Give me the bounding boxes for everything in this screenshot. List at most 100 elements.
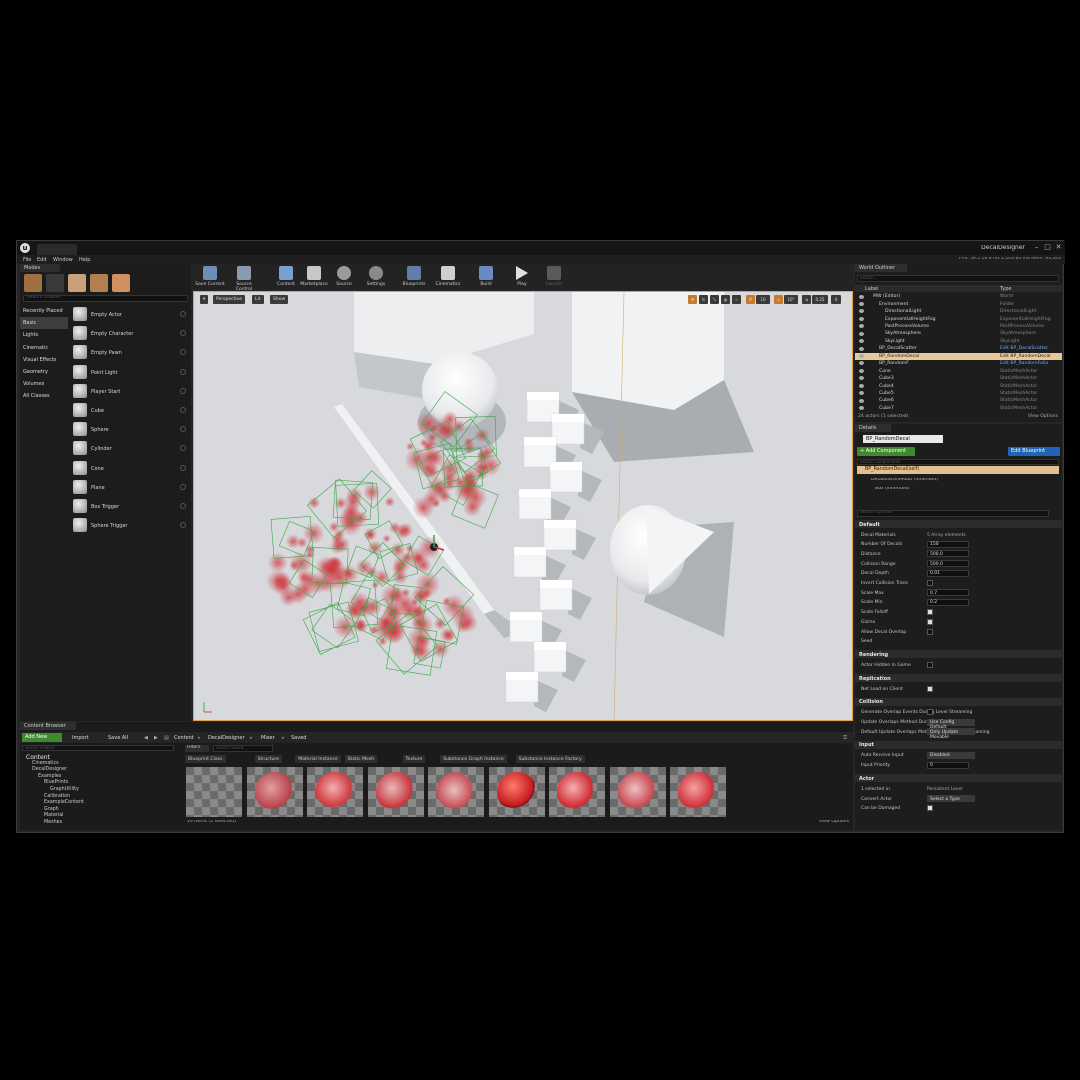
component-self[interactable]: BP_RandomDecal(self) xyxy=(857,466,1059,474)
outliner-row[interactable]: Cube7 StaticMeshActor xyxy=(855,405,1062,412)
component-box[interactable]: Box (Inherited) xyxy=(875,487,909,492)
filter-chip[interactable]: Material Instance xyxy=(295,755,341,763)
help-icon[interactable] xyxy=(180,330,186,337)
outliner-search-input[interactable]: Search... xyxy=(857,275,1059,282)
visibility-eye-icon[interactable] xyxy=(859,391,864,396)
outliner-row[interactable]: Cube5 StaticMeshActor xyxy=(855,390,1062,397)
import-button[interactable]: Import xyxy=(72,735,89,741)
help-icon[interactable] xyxy=(180,368,186,375)
property-dropdown[interactable]: Select a Type xyxy=(927,795,975,802)
outliner-row[interactable]: BP_DecalScatter Edit BP_DecalScatter xyxy=(855,345,1062,352)
outliner-row[interactable]: BP_RandomDecal Edit BP_RandomDecal xyxy=(855,352,1062,360)
outliner-row-type[interactable]: Edit BP_RandomDecal xyxy=(1000,354,1051,359)
visibility-eye-icon[interactable] xyxy=(859,354,864,358)
property-value-field[interactable]: 0 xyxy=(927,761,969,769)
build-button[interactable]: Build xyxy=(471,264,501,290)
help-icon[interactable] xyxy=(180,483,186,490)
scale-snap-icon[interactable]: ⇲ xyxy=(802,295,811,304)
help-icon[interactable] xyxy=(180,502,186,509)
property-dropdown[interactable]: Use Config Default xyxy=(927,718,975,730)
forward-arrow-icon[interactable]: ▶ xyxy=(154,735,158,741)
property-value-field[interactable]: 500.0 xyxy=(927,550,969,558)
filter-chip[interactable]: Static Mesh xyxy=(344,755,378,763)
outliner-row[interactable]: ExponentialHeightFog ExponentialHeightFog xyxy=(855,315,1062,322)
outliner-row[interactable]: SkyAtmosphere SkyAtmosphere xyxy=(855,330,1062,337)
actor-name-field[interactable]: BP_RandomDecal xyxy=(863,435,943,443)
section-input[interactable]: Input xyxy=(855,740,1062,749)
lit-button[interactable]: Lit xyxy=(252,295,264,304)
outliner-row[interactable]: MW (Editor) World xyxy=(855,293,1062,300)
minimize-icon[interactable]: – xyxy=(1032,243,1041,252)
property-checkbox[interactable] xyxy=(927,709,933,716)
filter-chip[interactable]: Texture xyxy=(402,755,426,763)
visibility-eye-icon[interactable] xyxy=(859,346,864,351)
help-icon[interactable] xyxy=(180,426,186,433)
placeable-item[interactable]: Plane xyxy=(70,478,188,497)
category-volumes[interactable]: Volumes xyxy=(20,378,68,390)
landscape-mode-icon[interactable] xyxy=(68,274,86,292)
rotation-snap-icon[interactable]: ∠ xyxy=(774,295,783,304)
menu-edit[interactable]: Edit xyxy=(37,257,47,263)
geometry-mode-icon[interactable] xyxy=(112,274,130,292)
placeable-item[interactable]: Player Start xyxy=(70,382,188,401)
placeable-item[interactable]: Empty Pawn xyxy=(70,343,188,362)
filter-chip[interactable]: Structure xyxy=(254,755,282,763)
asset-thumbnail[interactable] xyxy=(670,767,726,817)
section-replication[interactable]: Replication xyxy=(855,674,1062,683)
tree-folder[interactable]: BluePrints xyxy=(44,780,68,785)
rotate-tool-icon[interactable]: ↻ xyxy=(699,295,708,304)
class-search-input[interactable]: Search Classes xyxy=(23,295,188,302)
property-checkbox[interactable] xyxy=(927,685,933,692)
visibility-eye-icon[interactable] xyxy=(859,339,864,344)
show-button[interactable]: Show xyxy=(270,295,289,304)
asset-thumbnail[interactable] xyxy=(307,767,363,817)
property-checkbox[interactable] xyxy=(927,609,933,616)
menu-file[interactable]: File xyxy=(23,257,31,263)
placeable-item[interactable]: Cylinder xyxy=(70,439,188,458)
property-dropdown[interactable]: Only Update Movable xyxy=(927,728,975,740)
tree-folder[interactable]: ExampleContent xyxy=(44,800,84,805)
component-search-input[interactable]: Search Components xyxy=(857,459,1059,465)
settings-button[interactable]: Settings xyxy=(361,264,391,290)
asset-thumbnail[interactable] xyxy=(609,767,666,817)
outliner-row-type[interactable]: Edit BP_DecalScatter xyxy=(1000,346,1048,351)
viewport-menu-button[interactable]: ▾ xyxy=(200,295,209,304)
asset-thumbnail[interactable] xyxy=(488,767,545,817)
breadcrumb-mixer[interactable]: Mixer xyxy=(261,735,275,741)
back-arrow-icon[interactable]: ◀ xyxy=(144,735,148,741)
content-button[interactable]: Content xyxy=(271,264,301,290)
tree-folder[interactable]: Examples xyxy=(38,774,61,779)
menu-window[interactable]: Window xyxy=(53,257,73,263)
marketplace-button[interactable]: Marketplace xyxy=(299,264,329,290)
tree-folder[interactable]: Calibration xyxy=(44,794,70,799)
help-icon[interactable] xyxy=(180,445,186,452)
property-checkbox[interactable] xyxy=(927,618,933,625)
asset-thumbnail[interactable] xyxy=(428,767,484,817)
breadcrumb-content[interactable]: Content xyxy=(174,735,194,741)
outliner-row[interactable]: Cube3 StaticMeshActor xyxy=(855,375,1062,382)
visibility-eye-icon[interactable] xyxy=(859,361,864,366)
section-default[interactable]: Default xyxy=(855,520,1062,528)
property-checkbox[interactable] xyxy=(927,805,933,812)
placeable-item[interactable]: Empty Actor xyxy=(70,305,188,324)
edit-blueprint-button[interactable]: Edit Blueprint xyxy=(1008,447,1060,456)
visibility-eye-icon[interactable] xyxy=(859,316,864,321)
visibility-eye-icon[interactable] xyxy=(859,376,864,381)
outliner-row[interactable]: Cone StaticMeshActor xyxy=(855,367,1062,374)
breadcrumb-saved[interactable]: Saved xyxy=(291,735,306,741)
placeable-item[interactable]: Point Light xyxy=(70,363,188,382)
perspective-button[interactable]: Perspective xyxy=(213,295,246,304)
tree-folder[interactable]: GraphUtility xyxy=(50,787,79,792)
category-cinematic[interactable]: Cinematic xyxy=(20,342,68,354)
tree-folder[interactable]: Cinematics xyxy=(32,761,59,766)
source-button[interactable]: Source xyxy=(329,264,359,290)
blueprints-button[interactable]: Blueprints xyxy=(399,264,429,290)
asset-thumbnail[interactable] xyxy=(549,767,605,817)
visibility-eye-icon[interactable] xyxy=(859,368,864,373)
asset-search-input[interactable]: Search Saved xyxy=(213,745,273,752)
tree-folder[interactable]: Graph xyxy=(44,807,59,812)
category-all-classes[interactable]: All Classes xyxy=(20,390,68,402)
paint-mode-icon[interactable] xyxy=(46,274,64,292)
help-icon[interactable] xyxy=(180,387,186,394)
surface-snap-icon[interactable]: ⌁ xyxy=(732,295,741,304)
